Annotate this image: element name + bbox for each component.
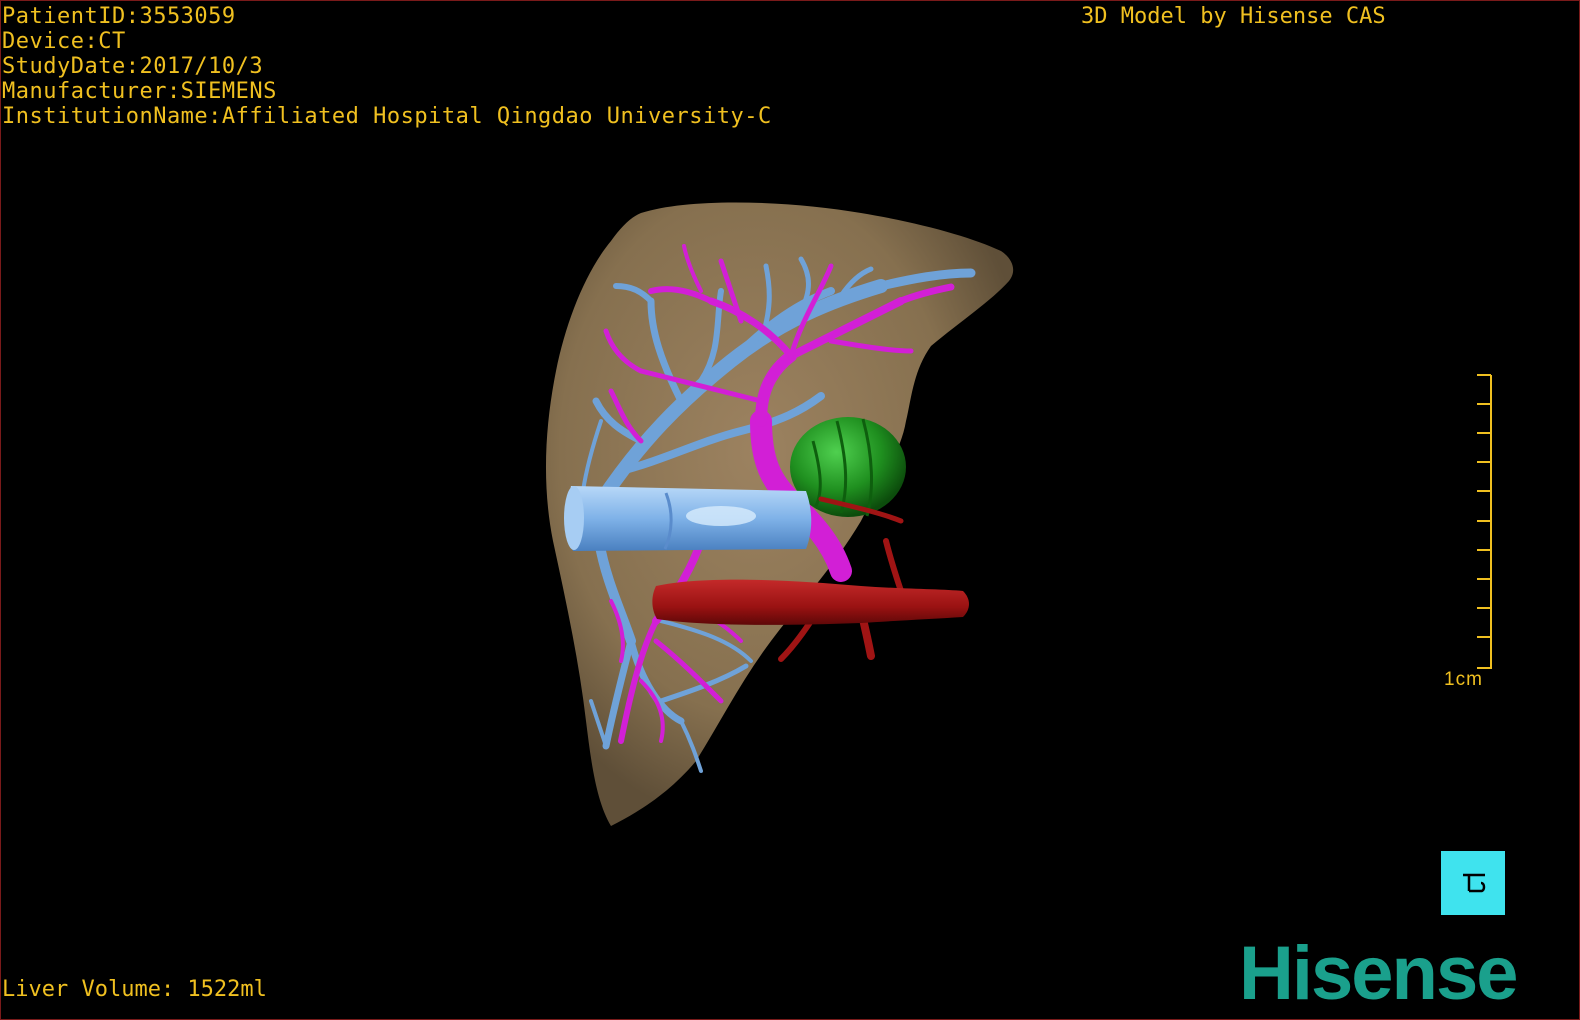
patient-id-label: PatientID:3553059 [2,4,236,29]
device-label: Device:CT [2,29,126,54]
model-credit-label: 3D Model by Hisense CAS [1081,4,1386,29]
liver-3d-model[interactable] [1,1,1580,1020]
scale-label: 1cm [1444,669,1483,690]
inferior-vena-cava [564,486,812,551]
3d-viewport[interactable]: PatientID:3553059 Device:CT StudyDate:20… [0,0,1580,1020]
svg-text:Hisense: Hisense [1239,931,1517,1011]
scale-ruler [1477,374,1492,669]
institution-label: InstitutionName:Affiliated Hospital Qing… [2,104,772,129]
liver-volume-label: Liver Volume: 1522ml [2,977,267,1002]
orientation-cube-icon[interactable] [1441,851,1505,915]
hisense-logo: Hisense [1239,931,1519,1011]
manufacturer-label: Manufacturer:SIEMENS [2,79,277,104]
aorta [652,579,969,625]
study-date-label: StudyDate:2017/10/3 [2,54,264,79]
